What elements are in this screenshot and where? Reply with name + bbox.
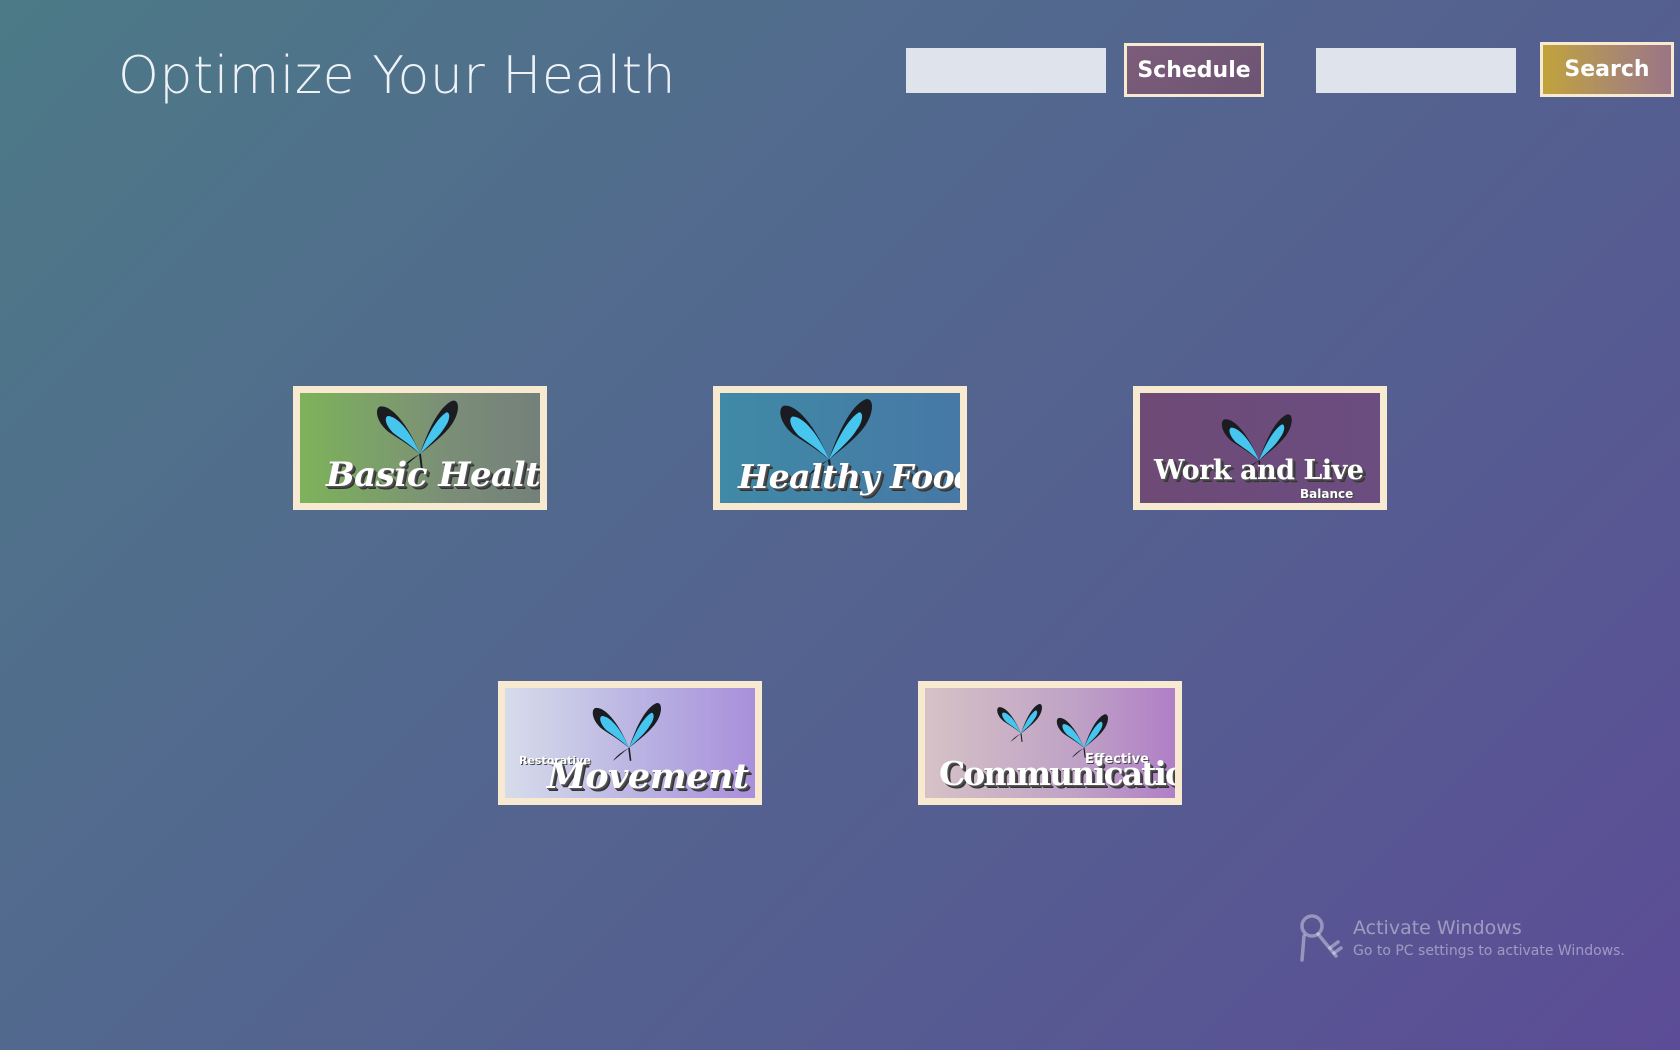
tile-healthy-food[interactable]: Healthy Food [713, 386, 967, 510]
tile-restorative-movement[interactable]: Restorative Movement [498, 681, 762, 805]
watermark-subtitle: Go to PC settings to activate Windows. [1353, 943, 1625, 959]
activate-windows-watermark: Activate Windows Go to PC settings to ac… [1298, 910, 1625, 964]
tile-label: Basic Health [326, 455, 547, 495]
tile-label: Healthy Food [738, 457, 967, 496]
key-icon [1300, 914, 1343, 962]
butterfly-icon [993, 702, 1049, 744]
tile-sublabel: Balance [1300, 487, 1354, 501]
search-input[interactable] [1316, 48, 1516, 93]
tile-basic-health[interactable]: Basic Health [293, 386, 547, 510]
tile-work-and-live-balance[interactable]: Work and Live Balance [1133, 386, 1387, 510]
search-button[interactable]: Search [1540, 42, 1674, 97]
tile-effective-communication[interactable]: Effective Communication [918, 681, 1182, 805]
watermark-title: Activate Windows [1353, 917, 1522, 939]
schedule-input[interactable] [906, 48, 1106, 93]
page-title: Optimize Your Health [118, 46, 676, 106]
tile-label: Movement [547, 756, 749, 797]
butterfly-icon [577, 700, 681, 764]
schedule-button[interactable]: Schedule [1124, 43, 1264, 97]
tile-label: Communication [939, 754, 1182, 793]
tile-label: Work and Live [1154, 455, 1364, 486]
